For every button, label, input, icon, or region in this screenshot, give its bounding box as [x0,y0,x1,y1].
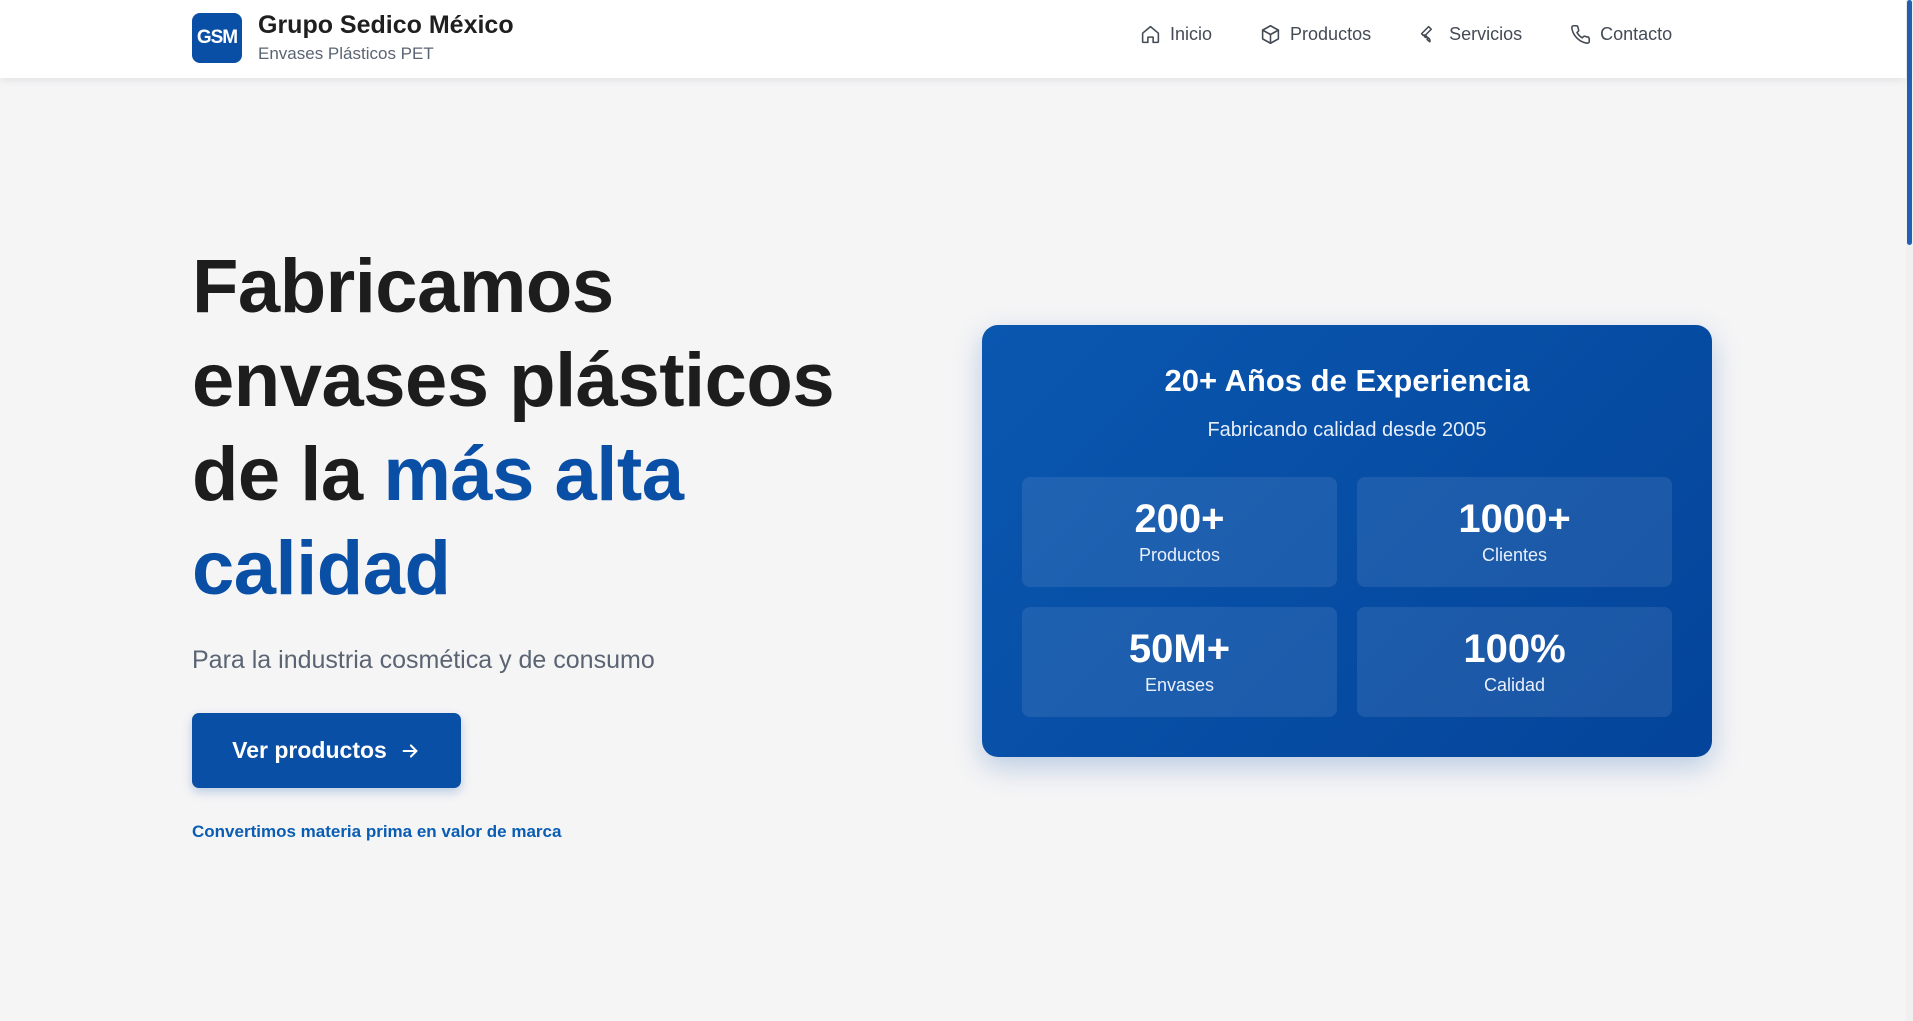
nav-label: Servicios [1449,24,1523,44]
cta-label: Ver productos [232,737,387,763]
brand-tagline: Envases Plásticos PET [258,44,434,63]
site-header: GSM Grupo Sedico México Envases Plástico… [0,0,1906,78]
wrench-icon [1420,25,1433,43]
nav-label: Inicio [1170,24,1213,44]
stat-label: Productos [1138,545,1221,565]
phone-icon [1571,24,1591,44]
stat-label: Envases [1144,675,1215,695]
hero-title-line1: Fabricamos [192,244,614,329]
nav-item-productos[interactable]: Productos [1260,24,1371,45]
box-icon [1261,24,1280,45]
stat-value: 200+ [1134,497,1225,541]
ver-productos-button[interactable]: Ver productos [192,713,461,788]
experience-subtitle: Fabricando calidad desde 2005 [1207,419,1487,441]
stat-calidad: 100% Calidad [1357,607,1672,717]
stat-productos: 200+ Productos [1022,477,1337,587]
nav-item-servicios[interactable]: Servicios [1419,24,1522,45]
experience-card: 20+ Años de Experiencia Fabricando calid… [982,325,1712,757]
logo[interactable]: GSM [192,13,242,63]
stat-value: 50M+ [1128,627,1231,671]
nav-item-inicio[interactable]: Inicio [1140,24,1212,45]
nav-label: Productos [1290,24,1372,44]
brand-name: Grupo Sedico México [258,11,514,39]
hero-section: Fabricamos envases plásticos de la más a… [192,240,912,842]
hero-title-accent2: calidad [192,526,451,611]
stat-value: 1000+ [1458,497,1571,541]
home-icon [1141,25,1160,44]
nav-item-contacto[interactable]: Contacto [1570,24,1672,45]
stat-label: Calidad [1483,675,1546,695]
nav-label: Contacto [1600,24,1673,44]
hero-title-line2: envases plásticos [192,338,835,423]
hero-title-accent1: más alta [383,432,684,517]
hero-title: Fabricamos envases plásticos de la más a… [192,240,912,616]
stat-label: Clientes [1481,545,1548,565]
arrow-right-icon [402,743,418,758]
scrollbar[interactable] [1906,0,1913,1021]
scrollbar-thumb[interactable] [1907,0,1912,245]
stat-clientes: 1000+ Clientes [1357,477,1672,587]
hero-subtitle: Para la industria cosmética y de consumo [192,646,655,674]
hero-title-line3: de la [192,432,384,517]
brand[interactable]: GSM Grupo Sedico México Envases Plástico… [192,12,514,64]
stat-value: 100% [1463,627,1566,671]
main-nav: Inicio Productos Servicios Contacto [1140,24,1672,45]
hero-tagline: Convertimos materia prima en valor de ma… [192,822,562,841]
stat-envases: 50M+ Envases [1022,607,1337,717]
brand-text: Grupo Sedico México Envases Plásticos PE… [258,12,514,64]
experience-title: 20+ Años de Experiencia [1164,363,1530,398]
